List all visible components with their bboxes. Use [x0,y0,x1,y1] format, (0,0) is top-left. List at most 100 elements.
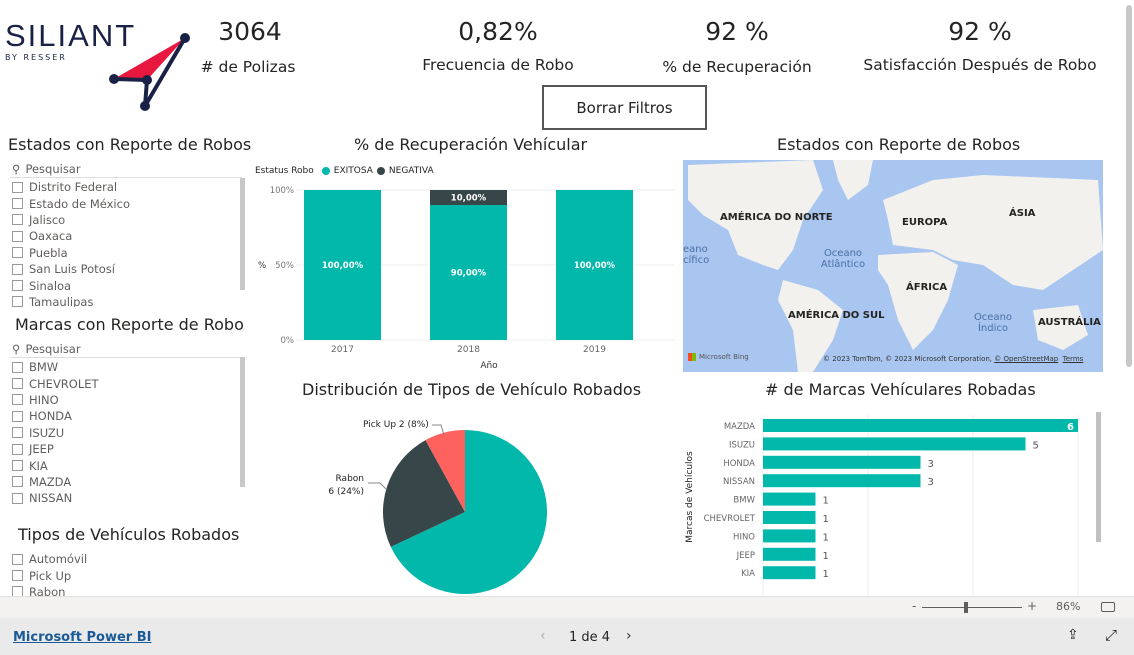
slicer-item[interactable]: Pick Up [12,567,87,583]
checkbox[interactable] [12,443,23,455]
kpi-recuperacion-label: % de Recuperación [662,58,812,76]
fit-page-icon[interactable] [1101,602,1115,612]
slicer-marcas-scrollbar[interactable] [240,357,245,487]
checkbox[interactable] [12,247,23,259]
page-scrollbar[interactable] [1126,5,1132,367]
slicer-estados-scrollbar[interactable] [240,178,245,290]
slicer-item[interactable]: JEEP [12,441,99,457]
x-axis-label: Año [480,361,498,371]
y-tick-label: BMW [733,496,755,506]
data-label: 10,00% [451,194,487,204]
next-page-button[interactable]: › [626,628,632,644]
checkbox[interactable] [12,198,23,210]
checkbox[interactable] [12,570,23,582]
slicer-item[interactable]: Automóvil [12,551,87,567]
data-label: 3 [928,477,934,488]
checkbox[interactable] [12,361,23,373]
map-label: ÁFRICA [906,282,948,293]
zoom-out-button[interactable]: - [912,599,916,613]
slicer-estados-title: Estados con Reporte de Robos [8,135,252,154]
checkbox[interactable] [12,394,23,406]
leader-line [368,482,387,490]
slicer-tipos-title: Tipos de Vehículos Robados [18,525,240,544]
slicer-item[interactable]: Jalisco [12,212,130,228]
checkbox[interactable] [12,378,23,390]
power-bi-link[interactable]: Microsoft Power BI [13,630,151,645]
clear-filters-button[interactable]: Borrar Filtros [542,85,707,130]
data-label: 90,00% [451,269,487,279]
bar [763,492,816,506]
data-label: 5 [1033,440,1039,451]
map-label: AMÉRICA DO SUL [788,310,885,321]
slicer-item[interactable]: KIA [12,457,99,473]
slicer-estados-search[interactable]: ⚲ Pesquisar [12,162,81,176]
checkbox[interactable] [12,410,23,422]
y-tick-label: CHEVROLET [704,514,756,524]
slicer-item[interactable]: ISUZU [12,425,99,441]
share-icon[interactable]: ⇪ [1067,627,1079,643]
slicer-item[interactable]: Distrito Federal [12,179,130,195]
zoom-slider[interactable] [922,602,1022,613]
data-label: 1 [823,532,829,543]
map-label: AUSTRÁLIA [1038,317,1101,328]
osm-link[interactable]: © OpenStreetMap [994,355,1058,363]
slicer-item[interactable]: Tamaulipas [12,294,130,307]
map-copyright: © 2023 TomTom, © 2023 Microsoft Corporat… [823,355,993,363]
checkbox[interactable] [12,296,23,307]
checkbox[interactable] [12,553,23,565]
map-label: EUROPA [902,217,948,228]
kpi-polizas-label: # de Polizas [200,58,296,76]
slicer-item[interactable]: San Luis Potosí [12,261,130,277]
prev-page-button[interactable]: ‹ [540,628,546,644]
y-tick-label: ISUZU [729,440,755,450]
checkbox[interactable] [12,263,23,275]
legend-exitosa[interactable]: EXITOSA [334,166,373,176]
kpi-satisfaccion-value: 92 % [948,17,1012,46]
checkbox[interactable] [12,476,23,488]
checkbox[interactable] [12,427,23,439]
marcas-chart: MAZDA 6 ISUZU 5 HONDA 3 NISSAN 3 BMW 1 CHEVROLET 1 H… [704,415,1079,596]
map-label: ÁSIA [1009,208,1036,219]
slicer-marcas-search[interactable]: ⚲ Pesquisar [12,342,81,356]
bar [763,511,816,524]
slicer-item[interactable]: MAZDA [12,474,99,490]
slicer-item[interactable]: Oaxaca [12,228,130,244]
zoom-bar: - + 86% [0,596,1134,618]
slicer-item[interactable]: NISSAN [12,490,99,506]
zoom-in-button[interactable]: + [1027,599,1037,613]
bar [763,437,1026,451]
bar [763,547,816,561]
slicer-item[interactable]: BMW [12,359,99,375]
marcas-chart-scrollbar[interactable] [1096,412,1101,542]
checkbox[interactable] [12,586,23,596]
checkbox[interactable] [12,280,23,292]
map[interactable]: AMÉRICA DO NORTE EUROPA ÁSIA ÁFRICA AMÉR… [683,160,1103,372]
legend-negativa[interactable]: NEGATIVA [389,166,434,176]
checkbox[interactable] [12,214,23,226]
data-label: 100,00% [574,261,616,271]
slicer-item[interactable]: HINO [12,392,99,408]
kpi-satisfaccion-label: Satisfacción Después de Robo [863,56,1097,74]
slicer-item[interactable]: Puebla [12,245,130,261]
checkbox[interactable] [12,460,23,472]
terms-link[interactable]: Terms [1063,355,1084,363]
slicer-item[interactable]: Estado de México [12,195,130,211]
slicer-item[interactable]: HONDA [12,408,99,424]
y-tick-label: JEEP [736,551,755,561]
y-tick-label: NISSAN [723,477,755,487]
chart-legend: Estatus Robo EXITOSA NEGATIVA [255,166,434,176]
slicer-item[interactable]: Sinaloa [12,277,130,293]
slicer-item[interactable]: Rabon [12,584,87,596]
pie-label-rabon: Rabon [336,474,365,484]
checkbox[interactable] [12,230,23,242]
zoom-slider-thumb[interactable] [964,602,968,613]
checkbox[interactable] [12,181,23,193]
y-tick-label: 100% [270,186,294,196]
map-title: Estados con Reporte de Robos [777,135,1021,154]
slicer-item[interactable]: CHEVROLET [12,375,99,391]
checkbox[interactable] [12,492,23,504]
data-label: 1 [823,496,829,507]
kpi-frecuencia-label: Frecuencia de Robo [422,56,574,74]
fullscreen-icon[interactable]: ⤢ [1105,626,1117,644]
page-indicator: 1 de 4 [569,630,611,645]
